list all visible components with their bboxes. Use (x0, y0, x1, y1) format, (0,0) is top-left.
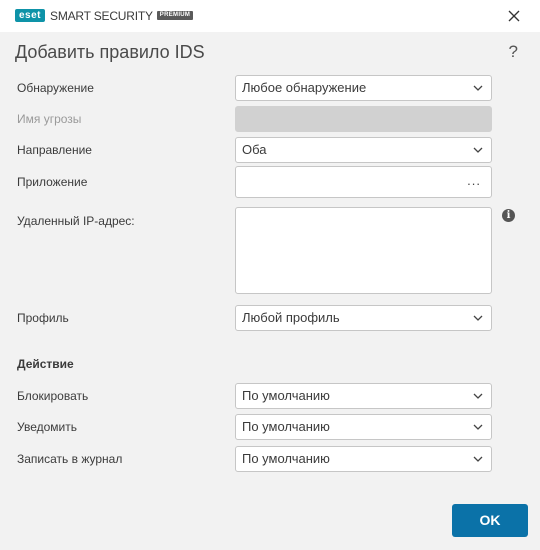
profile-label: Профиль (17, 311, 69, 325)
notify-label: Уведомить (17, 420, 77, 434)
detection-select[interactable]: Любое обнаружение (235, 75, 492, 101)
edition-badge: PREMIUM (156, 11, 194, 20)
log-label: Записать в журнал (17, 452, 123, 466)
block-select[interactable]: По умолчанию (235, 383, 492, 409)
help-icon[interactable]: ? (509, 42, 518, 62)
direction-label: Направление (17, 143, 92, 157)
browse-button[interactable]: ... (467, 173, 481, 188)
notify-select[interactable]: По умолчанию (235, 414, 492, 440)
profile-select[interactable]: Любой профиль (235, 305, 492, 331)
chevron-down-icon (473, 315, 483, 321)
threat-name-label: Имя угрозы (17, 112, 82, 126)
log-value: По умолчанию (242, 451, 330, 466)
remote-ip-label: Удаленный IP-адрес: (17, 214, 135, 228)
close-icon (508, 10, 520, 22)
chevron-down-icon (473, 85, 483, 91)
direction-value: Оба (242, 142, 267, 157)
notify-value: По умолчанию (242, 419, 330, 434)
ok-button[interactable]: OK (452, 504, 528, 537)
action-heading: Действие (17, 357, 74, 371)
product-name: SMART SECURITY (50, 8, 153, 23)
block-label: Блокировать (17, 389, 89, 403)
chevron-down-icon (473, 424, 483, 430)
detection-value: Любое обнаружение (242, 80, 367, 95)
detection-label: Обнаружение (17, 81, 94, 95)
remote-ip-textarea[interactable] (235, 207, 492, 294)
chevron-down-icon (473, 456, 483, 462)
log-select[interactable]: По умолчанию (235, 446, 492, 472)
chevron-down-icon (473, 147, 483, 153)
close-button[interactable] (506, 8, 522, 24)
brand-badge: eset (15, 9, 46, 22)
direction-select[interactable]: Оба (235, 137, 492, 163)
title-bar: eset SMART SECURITY PREMIUM (0, 0, 540, 32)
info-icon[interactable]: i (502, 209, 515, 222)
page-title: Добавить правило IDS (15, 42, 205, 62)
profile-value: Любой профиль (242, 310, 340, 325)
application-label: Приложение (17, 175, 88, 189)
application-field[interactable]: ... (235, 166, 492, 198)
chevron-down-icon (473, 393, 483, 399)
threat-name-field (235, 106, 492, 132)
block-value: По умолчанию (242, 388, 330, 403)
app-logo: eset SMART SECURITY PREMIUM (15, 8, 194, 23)
